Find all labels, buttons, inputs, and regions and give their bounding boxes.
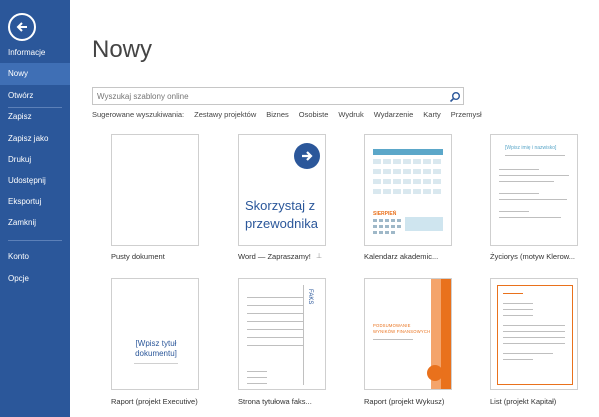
- backstage-sidebar: Informacje Nowy Otwórz Zapisz Zapisz jak…: [0, 0, 70, 417]
- template-fax-cover[interactable]: FAKS: [238, 278, 326, 390]
- template-label: Pusty dokument: [111, 252, 165, 261]
- text-line: [247, 305, 303, 306]
- thumb-heading: PODSUMOWANIE WYNIKÓW FINANSOWYCH: [373, 323, 431, 334]
- text-line: [503, 359, 533, 360]
- template-label: List (projekt Kapitał): [490, 397, 557, 406]
- template-academic-calendar[interactable]: SIERPIEŃ: [364, 134, 452, 246]
- template-report-executive[interactable]: [Wpisz tytuł dokumentu]: [111, 278, 199, 390]
- nav-item-zapisz-jako[interactable]: Zapisz jako: [0, 128, 70, 150]
- text-line: [499, 193, 539, 194]
- suggestion-link[interactable]: Biznes: [266, 110, 289, 119]
- text-line: [247, 313, 303, 314]
- text-line: [499, 181, 554, 182]
- divider: [303, 285, 304, 385]
- search-button[interactable]: [449, 90, 461, 103]
- fax-heading: FAKS: [307, 289, 313, 305]
- main-panel: Nowy Sugerowane wyszukiwania: Zestawy pr…: [70, 0, 599, 417]
- text-line: [505, 155, 565, 156]
- text-line: [499, 199, 567, 200]
- page-border: [497, 285, 573, 385]
- text-line: [247, 383, 267, 384]
- template-report-bay[interactable]: PODSUMOWANIE WYNIKÓW FINANSOWYCH: [364, 278, 452, 390]
- text-line: [247, 345, 303, 346]
- search-icon: [449, 92, 460, 103]
- text-line: [503, 303, 533, 304]
- template-label: Raport (projekt Executive): [111, 397, 198, 406]
- text-line: [247, 337, 303, 338]
- calendar-note-box: [405, 217, 443, 231]
- text-line: [247, 377, 267, 378]
- text-line: [499, 211, 529, 212]
- nav-item-konto[interactable]: Konto: [0, 246, 70, 268]
- template-label: Raport (projekt Wykusz): [364, 397, 445, 406]
- resume-name: [Wpisz imię i nazwisko]: [505, 145, 557, 151]
- nav-item-nowy[interactable]: Nowy: [0, 63, 70, 85]
- page-title: Nowy: [92, 36, 153, 63]
- nav-item-zamknij[interactable]: Zamknij: [0, 212, 70, 234]
- template-label: Życiorys (motyw Klerow...: [490, 252, 576, 261]
- divider: [8, 240, 62, 241]
- calendar-header-bar: [373, 149, 443, 155]
- arrow-left-icon: [16, 22, 27, 32]
- template-label: Strona tytułowa faks...: [238, 397, 312, 406]
- text-line: [503, 337, 565, 338]
- nav-item-zapisz[interactable]: Zapisz: [0, 106, 70, 128]
- suggestion-link[interactable]: Osobiste: [299, 110, 329, 119]
- text-line: [503, 315, 533, 316]
- pin-icon[interactable]: ⊥: [316, 252, 322, 260]
- thumb-heading: Skorzystaj z przewodnika: [245, 198, 318, 231]
- arrow-right-icon: [294, 143, 320, 169]
- suggestion-link[interactable]: Wydarzenie: [374, 110, 414, 119]
- month-label: SIERPIEŃ: [373, 211, 397, 217]
- template-label: Word — Zapraszamy!: [238, 252, 311, 261]
- text-line: [503, 293, 523, 294]
- text-line: [503, 343, 565, 344]
- text-line: [247, 321, 303, 322]
- nav-item-opcje[interactable]: Opcje: [0, 268, 70, 290]
- text-line: [499, 169, 539, 170]
- text-line: [499, 217, 561, 218]
- text-line: [503, 309, 533, 310]
- suggestion-link[interactable]: Zestawy projektów: [194, 110, 256, 119]
- template-blank-document[interactable]: [111, 134, 199, 246]
- accent-circle: [427, 365, 443, 381]
- template-welcome-tour[interactable]: Skorzystaj z przewodnika: [238, 134, 326, 246]
- text-line: [373, 339, 413, 340]
- suggestion-link[interactable]: Karty: [423, 110, 441, 119]
- search-input[interactable]: [93, 88, 443, 104]
- nav-item-eksportuj[interactable]: Eksportuj: [0, 191, 70, 213]
- search-box: [92, 87, 464, 105]
- nav-item-udostepnij[interactable]: Udostępnij: [0, 170, 70, 192]
- text-line: [247, 297, 303, 298]
- text-line: [503, 325, 565, 326]
- suggested-searches-label: Sugerowane wyszukiwania:: [92, 110, 185, 119]
- text-line: [503, 331, 565, 332]
- back-button[interactable]: [8, 13, 36, 41]
- nav-item-drukuj[interactable]: Drukuj: [0, 149, 70, 171]
- text-line: [134, 363, 178, 364]
- nav-item-otworz[interactable]: Otwórz: [0, 85, 70, 107]
- suggested-searches: Sugerowane wyszukiwania: Zestawy projekt…: [92, 110, 482, 119]
- template-label: Kalendarz akademic...: [364, 252, 439, 261]
- text-line: [247, 371, 267, 372]
- calendar-mini-grid: [373, 219, 401, 234]
- nav-item-informacje[interactable]: Informacje: [0, 42, 70, 64]
- text-line: [499, 175, 569, 176]
- text-line: [247, 329, 303, 330]
- template-letter-capital[interactable]: [490, 278, 578, 390]
- text-line: [503, 353, 553, 354]
- calendar-grid: [373, 159, 441, 194]
- suggestion-link[interactable]: Przemysł: [451, 110, 482, 119]
- suggestion-link[interactable]: Wydruk: [338, 110, 363, 119]
- thumb-heading: [Wpisz tytuł dokumentu]: [135, 339, 177, 358]
- template-resume[interactable]: [Wpisz imię i nazwisko]: [490, 134, 578, 246]
